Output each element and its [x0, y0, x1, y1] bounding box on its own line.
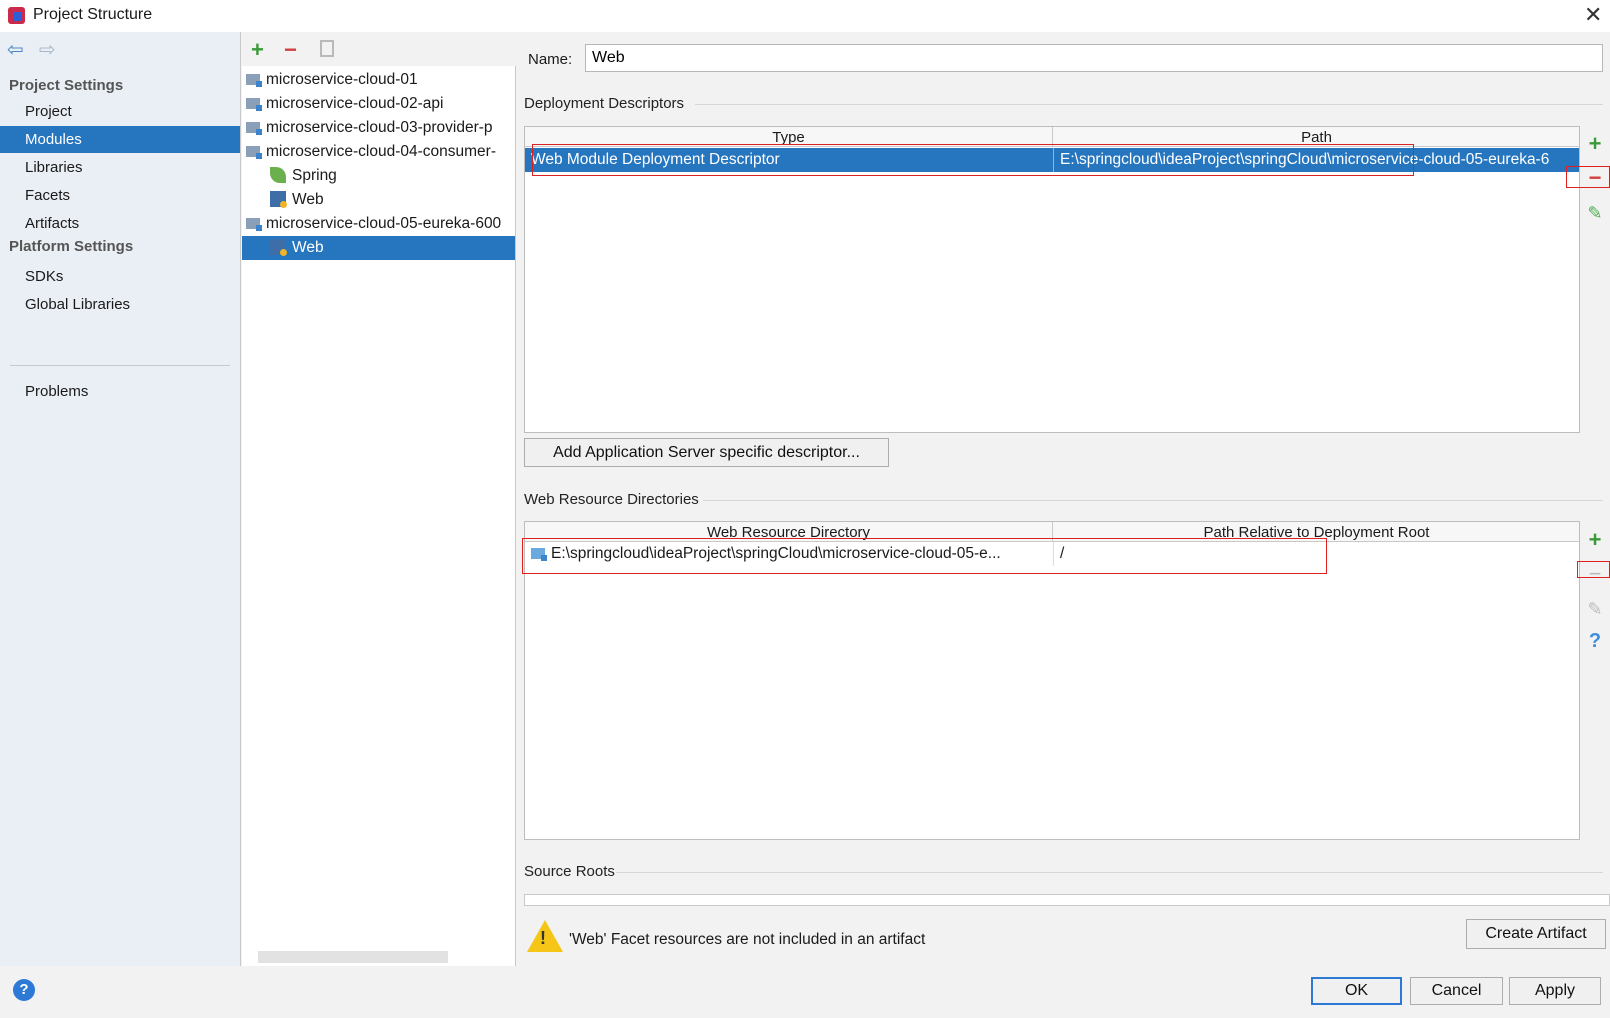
source-roots-list[interactable] [524, 894, 1610, 906]
module-folder-icon [246, 122, 262, 135]
web-facet-icon [270, 191, 287, 208]
descriptor-path-cell: E:\springcloud\ideaProject\springCloud\m… [1053, 148, 1580, 172]
table-row[interactable]: E:\springcloud\ideaProject\springCloud\m… [525, 542, 1579, 566]
table-row[interactable]: Web Module Deployment Descriptor E:\spri… [525, 148, 1579, 172]
tree-item-label: microservice-cloud-02-api [266, 95, 444, 112]
nav-item-project[interactable]: Project [0, 98, 240, 125]
remove-resource-icon[interactable]: − [1585, 563, 1605, 585]
cancel-button[interactable]: Cancel [1410, 977, 1503, 1005]
tree-item[interactable]: Web [242, 188, 515, 212]
name-field[interactable] [585, 44, 1603, 72]
deployment-descriptors-title: Deployment Descriptors [524, 95, 685, 112]
tree-item[interactable]: microservice-cloud-05-eureka-600 [242, 212, 515, 236]
tree-item-label: Web [292, 239, 324, 256]
warning-icon-mark: ! [540, 928, 546, 948]
column-header-path[interactable]: Path [1053, 127, 1580, 147]
tree-item[interactable]: Web [242, 236, 515, 260]
group-divider [616, 872, 1603, 873]
add-icon[interactable]: + [251, 39, 264, 61]
help-icon[interactable]: ? [13, 979, 35, 1001]
copy-icon[interactable] [320, 40, 334, 57]
add-server-descriptor-button[interactable]: Add Application Server specific descript… [524, 438, 889, 467]
web-resource-directories-title: Web Resource Directories [524, 491, 699, 508]
nav-item-modules[interactable]: Modules [0, 126, 240, 153]
web-resource-directories-table: Web Resource Directory Path Relative to … [524, 521, 1580, 840]
remove-icon[interactable]: − [284, 39, 297, 61]
tree-item[interactable]: Spring [242, 164, 515, 188]
module-folder-icon [246, 98, 262, 111]
column-header-directory[interactable]: Web Resource Directory [525, 522, 1053, 542]
nav-item-artifacts[interactable]: Artifacts [0, 210, 240, 237]
tree-toolbar: + − [242, 32, 516, 66]
tree-horizontal-scrollbar[interactable] [258, 951, 448, 963]
nav-item-facets[interactable]: Facets [0, 182, 240, 209]
deployment-descriptors-table: Type Path Web Module Deployment Descript… [524, 126, 1580, 433]
nav-divider [10, 365, 230, 366]
web-facet-icon [270, 239, 287, 256]
table-header: Web Resource Directory Path Relative to … [525, 522, 1579, 542]
table-header: Type Path [525, 127, 1579, 147]
nav-item-sdks[interactable]: SDKs [0, 263, 240, 290]
intellij-app-icon [8, 7, 25, 24]
module-folder-icon [246, 218, 262, 231]
resource-directory-text: E:\springcloud\ideaProject\springCloud\m… [551, 545, 1001, 562]
project-settings-header: Project Settings [9, 77, 124, 94]
add-descriptor-icon[interactable]: + [1585, 133, 1605, 155]
window-title: Project Structure [33, 6, 153, 23]
column-header-relative-path[interactable]: Path Relative to Deployment Root [1053, 522, 1580, 542]
group-divider [695, 104, 1603, 105]
tree-item[interactable]: microservice-cloud-01 [242, 68, 515, 92]
tree-item[interactable]: microservice-cloud-04-consumer- [242, 140, 515, 164]
resource-side-toolbar: + − ✎ ? [1580, 521, 1610, 840]
folder-icon [531, 548, 547, 561]
help-icon[interactable]: ? [1585, 630, 1605, 652]
close-icon[interactable]: ✕ [1584, 2, 1602, 28]
resource-directory-cell: E:\springcloud\ideaProject\springCloud\m… [525, 542, 1053, 566]
ok-button[interactable]: OK [1311, 977, 1402, 1005]
module-tree: microservice-cloud-01 microservice-cloud-… [242, 68, 515, 260]
spring-icon [270, 167, 286, 183]
tree-item-label: microservice-cloud-04-consumer- [266, 143, 496, 160]
name-label: Name: [528, 51, 573, 68]
forward-arrow-icon[interactable]: ⇨ [39, 37, 56, 62]
nav-item-global-libraries[interactable]: Global Libraries [0, 291, 240, 318]
settings-nav: ⇦ ⇨ Project Settings Project Modules Libra… [0, 32, 241, 966]
platform-settings-header: Platform Settings [9, 238, 134, 255]
relative-path-cell: / [1053, 542, 1580, 566]
remove-descriptor-icon[interactable]: − [1585, 167, 1605, 189]
tree-item-label: Web [292, 191, 324, 208]
edit-descriptor-icon[interactable]: ✎ [1585, 202, 1605, 224]
descriptor-type-cell: Web Module Deployment Descriptor [531, 151, 780, 168]
tree-item[interactable]: microservice-cloud-02-api [242, 92, 515, 116]
module-folder-icon [246, 146, 262, 159]
tree-item[interactable]: microservice-cloud-03-provider-p [242, 116, 515, 140]
edit-resource-icon[interactable]: ✎ [1585, 598, 1605, 620]
create-artifact-button[interactable]: Create Artifact [1466, 919, 1606, 949]
add-resource-icon[interactable]: + [1585, 529, 1605, 551]
module-folder-icon [246, 74, 262, 87]
descriptor-side-toolbar: + − ✎ [1580, 126, 1610, 433]
title-bar: Project Structure ✕ [0, 0, 1610, 32]
tree-item-label: microservice-cloud-03-provider-p [266, 119, 493, 136]
column-header-type[interactable]: Type [525, 127, 1053, 147]
tree-item-label: microservice-cloud-01 [266, 71, 418, 88]
group-divider [703, 500, 1603, 501]
nav-item-libraries[interactable]: Libraries [0, 154, 240, 181]
tree-item-label: Spring [292, 167, 337, 184]
source-roots-title: Source Roots [524, 863, 615, 880]
tree-item-label: microservice-cloud-05-eureka-600 [266, 215, 502, 232]
warning-text: 'Web' Facet resources are not included i… [569, 931, 926, 948]
nav-item-problems[interactable]: Problems [0, 378, 240, 405]
apply-button[interactable]: Apply [1509, 977, 1601, 1005]
back-arrow-icon[interactable]: ⇦ [7, 37, 24, 62]
